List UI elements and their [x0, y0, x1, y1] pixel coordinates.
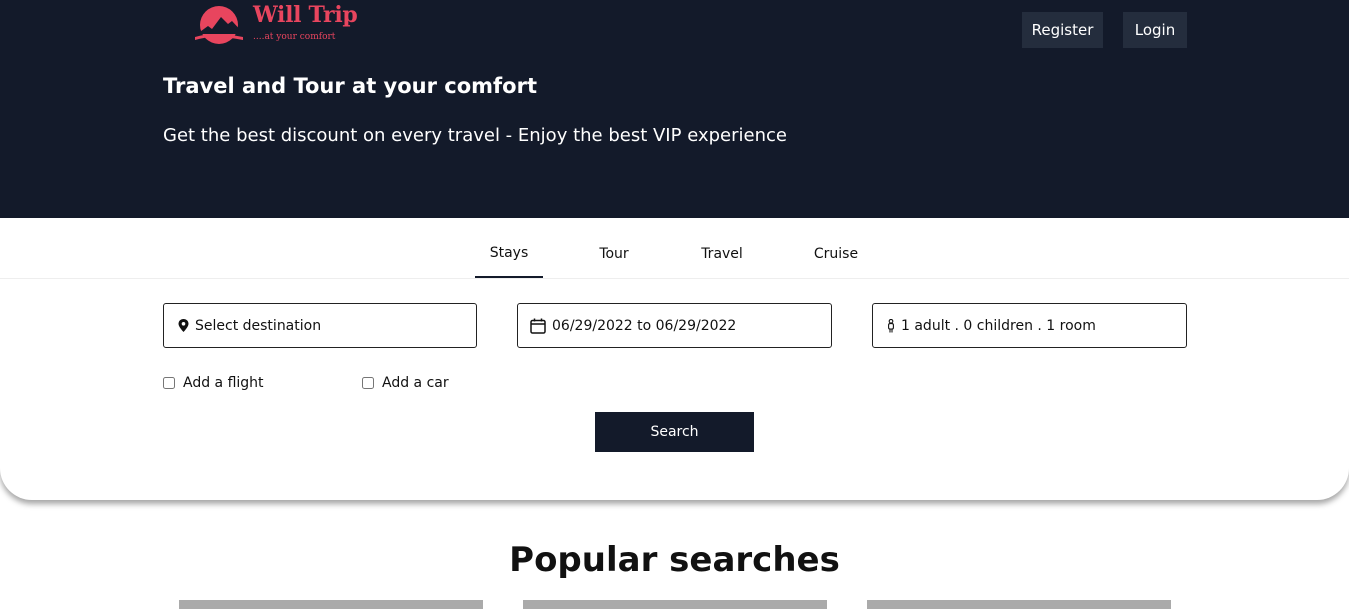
tab-travel[interactable]: Travel [692, 238, 752, 278]
guests-value: 1 adult . 0 children . 1 room [901, 317, 1096, 334]
destination-field[interactable]: Select destination [163, 303, 477, 348]
login-button[interactable]: Login [1123, 12, 1187, 48]
guests-field[interactable]: 1 adult . 0 children . 1 room [872, 303, 1187, 348]
hero-header: Will Trip ....at your comfort Register L… [0, 0, 1349, 218]
divider [0, 278, 1349, 279]
popular-card[interactable] [867, 600, 1171, 609]
date-range-value: 06/29/2022 to 06/29/2022 [552, 317, 737, 334]
search-card: Stays Tour Travel Cruise Select destinat… [0, 218, 1349, 500]
add-flight-checkbox[interactable] [163, 377, 175, 389]
brand-name: Will Trip [253, 2, 358, 28]
popular-searches-heading: Popular searches [509, 540, 840, 580]
popular-card[interactable] [179, 600, 483, 609]
map-pin-icon [178, 319, 189, 332]
popular-card[interactable] [523, 600, 827, 609]
add-flight-label: Add a flight [183, 375, 264, 391]
search-button[interactable]: Search [595, 412, 754, 452]
add-car-option[interactable]: Add a car [362, 375, 449, 391]
brand-logo[interactable]: Will Trip ....at your comfort [194, 2, 364, 46]
hero-title: Travel and Tour at your comfort [163, 74, 538, 98]
mountain-sun-icon [195, 6, 244, 44]
brand-tagline: ....at your comfort [253, 32, 336, 42]
tab-tour[interactable]: Tour [583, 238, 645, 278]
register-button[interactable]: Register [1022, 12, 1103, 48]
search-tabs: Stays Tour Travel Cruise [163, 238, 1187, 279]
tab-stays[interactable]: Stays [475, 238, 543, 278]
destination-label: Select destination [195, 317, 322, 334]
add-car-label: Add a car [382, 375, 449, 391]
person-icon [888, 318, 894, 332]
tab-cruise[interactable]: Cruise [803, 238, 869, 278]
add-flight-option[interactable]: Add a flight [163, 375, 264, 391]
date-range-field[interactable]: 06/29/2022 to 06/29/2022 [517, 303, 832, 348]
hero-subtitle: Get the best discount on every travel - … [163, 125, 787, 146]
add-car-checkbox[interactable] [362, 377, 374, 389]
calendar-icon [530, 318, 546, 334]
